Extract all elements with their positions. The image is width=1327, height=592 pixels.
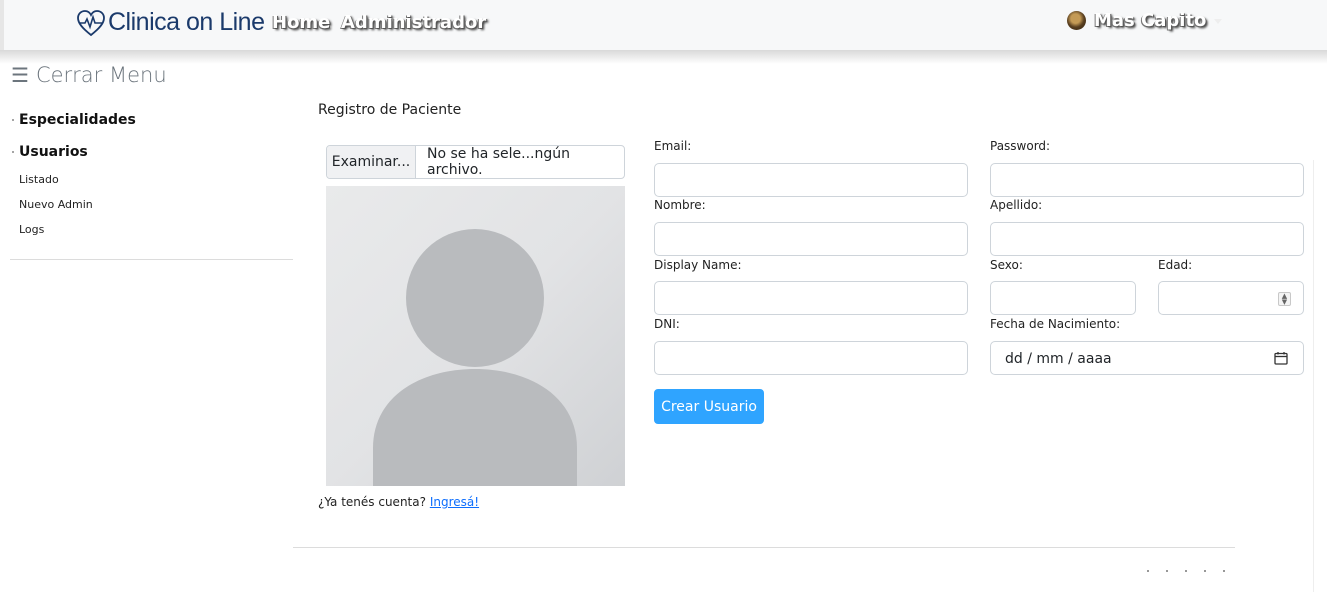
- apellido-label: Apellido:: [990, 198, 1043, 212]
- dot-icon: [1223, 570, 1225, 572]
- browse-button[interactable]: Examinar...: [327, 146, 416, 178]
- sidebar-item-listado[interactable]: Listado: [19, 173, 59, 186]
- login-link[interactable]: Ingresá!: [430, 495, 479, 509]
- brand-logo[interactable]: Clinica on Line: [76, 8, 265, 37]
- fecha-nacimiento-label: Fecha de Nacimiento:: [990, 317, 1121, 331]
- clipped-panel-edge: [1313, 160, 1327, 592]
- crear-usuario-button[interactable]: Crear Usuario: [654, 389, 764, 424]
- calendar-icon[interactable]: [1274, 351, 1288, 365]
- display-name-label: Display Name:: [654, 258, 742, 272]
- fecha-nacimiento-field[interactable]: dd / mm / aaaa: [990, 341, 1304, 375]
- user-name: Mas Capito: [1094, 10, 1207, 31]
- login-prompt: ¿Ya tenés cuenta? Ingresá!: [318, 495, 479, 509]
- sidebar-item-usuarios[interactable]: Usuarios: [19, 144, 88, 160]
- login-prompt-text: ¿Ya tenés cuenta?: [318, 495, 426, 509]
- nav-administrador-link[interactable]: Administrador: [341, 12, 486, 33]
- sexo-label: Sexo:: [990, 258, 1023, 272]
- password-label: Password:: [990, 139, 1051, 153]
- menu-toggle-label: Cerrar Menu: [35, 63, 167, 87]
- dot-icon: [1166, 570, 1168, 572]
- date-placeholder: dd / mm / aaaa: [1005, 351, 1112, 367]
- heartbeat-icon: [77, 9, 105, 36]
- password-field[interactable]: [990, 163, 1304, 197]
- dot-icon: [1147, 570, 1149, 572]
- display-name-field[interactable]: [654, 281, 968, 315]
- dni-field[interactable]: [654, 341, 968, 375]
- chevron-down-icon: [1214, 19, 1223, 24]
- dot-icon: [1185, 570, 1187, 572]
- file-input[interactable]: Examinar... No se ha sele...ngún archivo…: [326, 145, 625, 179]
- email-label: Email:: [654, 139, 692, 153]
- sidebar-item-logs[interactable]: Logs: [19, 223, 44, 236]
- bullet-icon: [12, 151, 14, 153]
- apellido-field[interactable]: [990, 222, 1304, 256]
- brand-name: Clinica on Line: [108, 8, 265, 36]
- sexo-field[interactable]: [990, 281, 1136, 315]
- footer-divider: [293, 547, 1235, 548]
- navbar-shadow: [0, 50, 1327, 64]
- page-title: Registro de Paciente: [318, 102, 462, 118]
- bullet-icon: [12, 119, 14, 121]
- edad-label: Edad:: [1158, 258, 1193, 272]
- dot-icon: [1204, 570, 1206, 572]
- edad-number-input[interactable]: ▲ ▼: [1158, 281, 1304, 315]
- nav-home-link[interactable]: Home: [272, 12, 330, 33]
- spinner-arrows-icon[interactable]: ▲ ▼: [1278, 292, 1291, 306]
- nombre-label: Nombre:: [654, 198, 706, 212]
- profile-photo-placeholder: [326, 186, 625, 486]
- sidebar-divider: [10, 259, 293, 260]
- email-field[interactable]: [654, 163, 968, 197]
- user-menu[interactable]: Mas Capito: [1067, 10, 1223, 31]
- avatar: [1067, 11, 1086, 30]
- nombre-field[interactable]: [654, 222, 968, 256]
- hamburger-icon: ☰: [11, 63, 29, 87]
- dni-label: DNI:: [654, 317, 680, 331]
- sidebar-item-nuevo-admin[interactable]: Nuevo Admin: [19, 198, 93, 211]
- user-silhouette-icon: [373, 229, 577, 486]
- pagination-dots: [1147, 570, 1225, 572]
- file-name-text: No se ha sele...ngún archivo.: [427, 146, 571, 178]
- sidebar-item-especialidades[interactable]: Especialidades: [19, 112, 136, 128]
- menu-toggle-button[interactable]: ☰ Cerrar Menu: [11, 63, 167, 87]
